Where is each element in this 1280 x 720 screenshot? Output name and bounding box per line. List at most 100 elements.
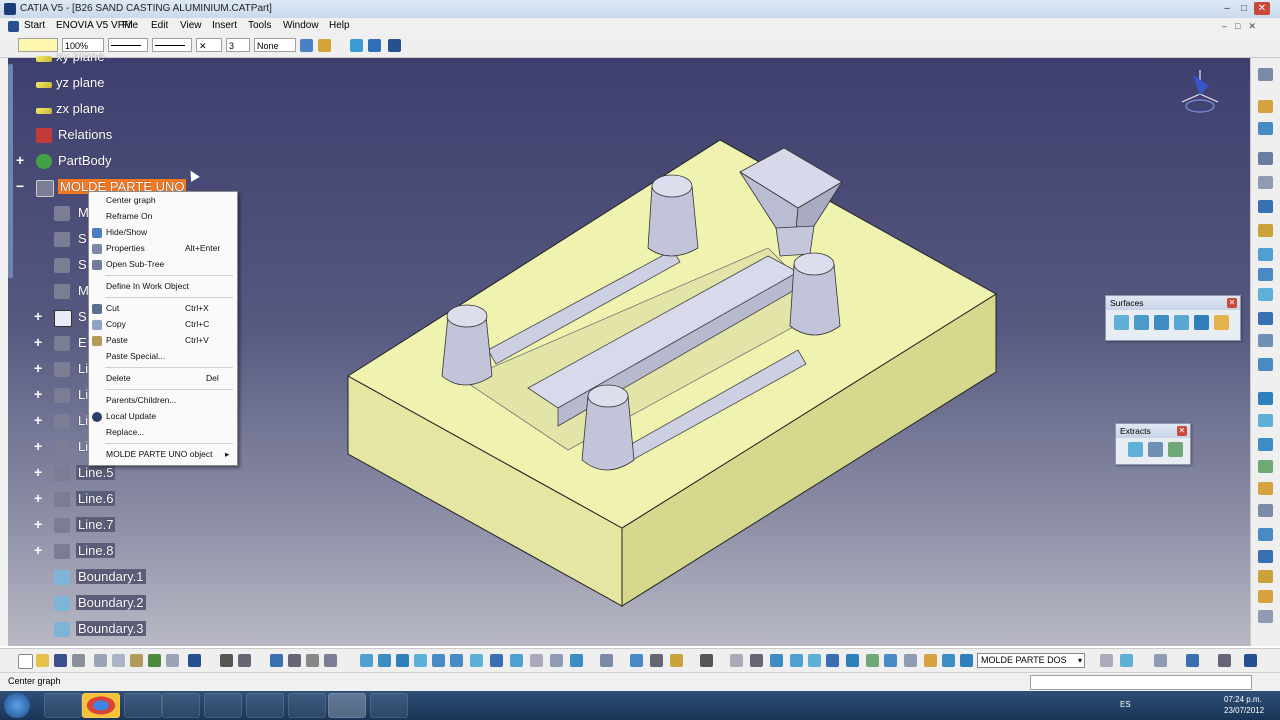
tool-icon[interactable] <box>220 654 233 667</box>
catia-app-icon[interactable] <box>4 3 16 15</box>
fill-surface-icon[interactable] <box>1214 315 1229 330</box>
expand-partbody[interactable]: + <box>16 152 24 168</box>
render-style-select[interactable]: 3 <box>226 38 250 52</box>
catia-taskbar-icon[interactable] <box>328 693 366 718</box>
menu-item-object-submenu[interactable]: MOLDE PARTE UNO object ▸ <box>89 447 235 463</box>
menu-item-local-update[interactable]: Local Update <box>89 409 235 425</box>
collapse-molde-parte-uno[interactable]: − <box>16 178 24 194</box>
tool-icon[interactable] <box>570 654 583 667</box>
minimize-button[interactable]: – <box>1219 2 1235 15</box>
fly-mode-icon[interactable] <box>360 654 373 667</box>
menu-item-reframe-on[interactable]: Reframe On <box>89 209 235 225</box>
tool-icon[interactable] <box>550 654 563 667</box>
tool-icon[interactable] <box>1258 312 1273 325</box>
media-player-icon[interactable] <box>162 693 200 718</box>
tool-icon[interactable] <box>1258 176 1273 189</box>
menu-view[interactable]: View <box>180 20 202 31</box>
tool-icon[interactable] <box>866 654 879 667</box>
tool-icon[interactable] <box>1258 224 1273 237</box>
windows-start-icon[interactable] <box>4 693 30 718</box>
menu-item-hide-show[interactable]: Hide/Show <box>89 225 235 241</box>
menu-item-copy[interactable]: Copy Ctrl+C <box>89 317 235 333</box>
copy-icon[interactable] <box>112 654 125 667</box>
multi-view-icon[interactable] <box>490 654 503 667</box>
menu-edit[interactable]: Edit <box>151 20 168 31</box>
work-object-select[interactable]: MOLDE PARTE DOS ▾ <box>977 653 1085 668</box>
paste-icon[interactable] <box>130 654 143 667</box>
sweep-surface-icon[interactable] <box>1194 315 1209 330</box>
tool-icon[interactable] <box>324 654 337 667</box>
close-icon[interactable]: ✕ <box>1227 298 1237 308</box>
explorer-icon[interactable] <box>204 693 242 718</box>
tool-icon[interactable] <box>1258 414 1273 427</box>
print-icon[interactable] <box>72 654 85 667</box>
pan-icon[interactable] <box>396 654 409 667</box>
expand-item[interactable]: + <box>34 334 42 350</box>
tool-icon[interactable] <box>1258 334 1273 347</box>
tool-icon[interactable] <box>1258 590 1273 603</box>
undo-icon[interactable] <box>148 654 161 667</box>
expand-line[interactable]: + <box>34 386 42 402</box>
tool-icon[interactable] <box>884 654 897 667</box>
tool-icon[interactable] <box>1258 482 1273 495</box>
cut-icon[interactable] <box>94 654 107 667</box>
multiple-extract-icon[interactable] <box>1168 442 1183 457</box>
expand-line[interactable]: + <box>34 412 42 428</box>
tool-icon[interactable] <box>1120 654 1133 667</box>
tool-icon[interactable] <box>750 654 763 667</box>
language-indicator[interactable]: ES <box>1120 700 1131 709</box>
tool-icon[interactable] <box>1186 654 1199 667</box>
extracts-toolbar[interactable]: Extracts ✕ <box>1115 423 1191 465</box>
tool-icon[interactable] <box>1258 358 1273 371</box>
tool-icon[interactable] <box>1100 654 1113 667</box>
tool-icon[interactable] <box>846 654 859 667</box>
expand-line[interactable]: + <box>34 516 42 532</box>
tool-icon[interactable] <box>960 654 973 667</box>
tool-icon[interactable] <box>1258 68 1273 81</box>
menu-insert[interactable]: Insert <box>212 20 237 31</box>
zoom-in-icon[interactable] <box>432 654 445 667</box>
taskbar-app-icon[interactable] <box>246 693 284 718</box>
menu-item-paste[interactable]: Paste Ctrl+V <box>89 333 235 349</box>
offset-surface-icon[interactable] <box>1174 315 1189 330</box>
tool-icon[interactable] <box>924 654 937 667</box>
layer-select[interactable]: None <box>254 38 296 52</box>
close-icon[interactable]: ✕ <box>1177 426 1187 436</box>
iso-view-icon[interactable] <box>510 654 523 667</box>
normal-view-icon[interactable] <box>470 654 483 667</box>
save-icon[interactable] <box>54 654 67 667</box>
tool-icon[interactable] <box>1258 528 1273 541</box>
tool-icon[interactable] <box>904 654 917 667</box>
menu-item-replace[interactable]: Replace... <box>89 425 235 441</box>
taskbar-app-icon[interactable] <box>370 693 408 718</box>
tool-icon[interactable] <box>630 654 643 667</box>
tool-icon[interactable] <box>1258 122 1273 135</box>
tool-icon[interactable] <box>288 654 301 667</box>
chrome-icon[interactable] <box>82 693 120 718</box>
expand-line[interactable]: + <box>34 438 42 454</box>
tool-icon[interactable] <box>1258 460 1273 473</box>
tool-icon[interactable] <box>1258 570 1273 583</box>
zoom-out-icon[interactable] <box>450 654 463 667</box>
menu-item-center-graph[interactable]: Center graph <box>89 193 235 209</box>
expand-line[interactable]: + <box>34 360 42 376</box>
tool-icon[interactable] <box>808 654 821 667</box>
ie-icon[interactable] <box>124 693 162 718</box>
tool-icon[interactable] <box>1258 392 1273 405</box>
tool-icon[interactable] <box>1258 288 1273 301</box>
tool-icon[interactable] <box>1258 248 1273 261</box>
mdi-window-controls[interactable]: –□✕ <box>1222 21 1274 32</box>
apply-material-icon[interactable] <box>350 39 363 52</box>
taskbar-app-icon[interactable] <box>44 693 82 718</box>
expand-line[interactable]: + <box>34 464 42 480</box>
expand-line[interactable]: + <box>34 490 42 506</box>
command-input[interactable] <box>1030 675 1252 690</box>
menu-item-properties[interactable]: Properties Alt+Enter <box>89 241 235 257</box>
close-button[interactable]: ✕ <box>1254 2 1270 15</box>
menu-tools[interactable]: Tools <box>248 20 271 31</box>
render-style-icon[interactable] <box>530 654 543 667</box>
expand-sketch[interactable]: + <box>34 308 42 324</box>
sphere-surface-icon[interactable] <box>1154 315 1169 330</box>
expand-line[interactable]: + <box>34 542 42 558</box>
tool-icon[interactable] <box>238 654 251 667</box>
